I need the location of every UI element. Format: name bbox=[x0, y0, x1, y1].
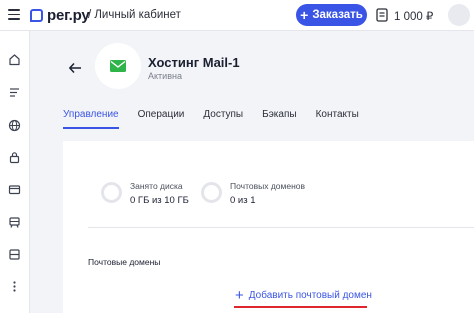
tab-backups[interactable]: Бэкапы bbox=[262, 109, 296, 129]
service-title: Хостинг Mail-1 bbox=[148, 55, 240, 70]
plus-icon: + bbox=[235, 287, 244, 304]
divider bbox=[88, 227, 474, 228]
mail-domains-ring bbox=[201, 182, 222, 203]
globe-icon[interactable] bbox=[8, 119, 21, 132]
logo[interactable]: рег.ру bbox=[30, 7, 90, 24]
more-icon[interactable] bbox=[8, 280, 21, 293]
tab-contacts[interactable]: Контакты bbox=[316, 109, 359, 129]
tab-access[interactable]: Доступы bbox=[203, 109, 243, 129]
logo-mark bbox=[30, 9, 43, 22]
add-mail-domain-label: Добавить почтовый домен bbox=[248, 290, 372, 301]
top-bar: рег.ру / Личный кабинет + Заказать 1 000… bbox=[0, 0, 474, 31]
page-section-title: / Личный кабинет bbox=[88, 9, 181, 21]
mail-domains-section-title: Почтовые домены bbox=[88, 257, 161, 267]
lock-icon[interactable] bbox=[8, 151, 21, 164]
add-mail-domain-link[interactable]: + Добавить почтовый домен bbox=[235, 288, 372, 303]
tab-bar: Управление Операции Доступы Бэкапы Конта… bbox=[63, 109, 378, 129]
plus-icon: + bbox=[300, 7, 309, 23]
service-status: Активна bbox=[148, 71, 182, 81]
sidebar bbox=[0, 31, 30, 313]
service-icon-badge bbox=[95, 43, 141, 89]
management-panel: Занято диска 0 ГБ из 10 ГБ Почтовых доме… bbox=[63, 141, 474, 313]
disk-usage-ring bbox=[101, 182, 122, 203]
disk-usage-value: 0 ГБ из 10 ГБ bbox=[130, 195, 189, 206]
mail-icon bbox=[110, 60, 126, 72]
card-icon[interactable] bbox=[8, 183, 21, 196]
order-button-label: Заказать bbox=[312, 9, 363, 21]
home-icon[interactable] bbox=[8, 53, 21, 66]
server-icon[interactable] bbox=[8, 216, 21, 229]
mail-domains-value: 0 из 1 bbox=[230, 195, 256, 206]
back-arrow-icon[interactable] bbox=[68, 62, 82, 74]
order-button[interactable]: + Заказать bbox=[296, 4, 367, 26]
mail-domains-stat: Почтовых доменов 0 из 1 bbox=[201, 181, 305, 206]
list-icon[interactable] bbox=[8, 86, 21, 99]
disk-usage-label: Занято диска bbox=[130, 181, 183, 191]
storage-icon[interactable] bbox=[8, 248, 21, 261]
tab-management[interactable]: Управление bbox=[63, 109, 119, 129]
tab-operations[interactable]: Операции bbox=[138, 109, 185, 129]
logo-text: рег.ру bbox=[47, 7, 90, 24]
highlight-underline bbox=[234, 306, 367, 308]
disk-usage-stat: Занято диска 0 ГБ из 10 ГБ bbox=[101, 181, 189, 206]
wallet-icon[interactable] bbox=[376, 8, 388, 22]
avatar[interactable] bbox=[448, 4, 470, 26]
menu-icon[interactable] bbox=[8, 9, 20, 20]
mail-domains-label: Почтовых доменов bbox=[230, 181, 306, 191]
balance-amount[interactable]: 1 000 ₽ bbox=[394, 9, 433, 23]
